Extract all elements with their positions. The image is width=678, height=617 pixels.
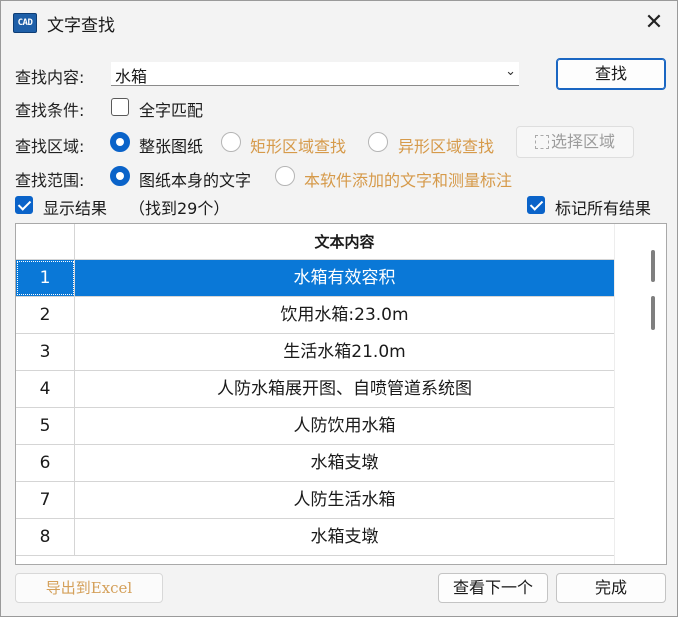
title-bar: CAD 文字查找 ✕ bbox=[1, 1, 677, 45]
irregular-area-label: 异形区域查找 bbox=[398, 137, 495, 156]
search-content-label: 查找内容: bbox=[15, 68, 85, 87]
select-region-button[interactable]: 选择区域 bbox=[516, 126, 634, 158]
export-excel-button[interactable]: 导出到Excel bbox=[15, 573, 163, 603]
search-input-value: 水箱 bbox=[115, 67, 148, 86]
row-index-cell: 7 bbox=[16, 482, 75, 518]
row-index-cell: 4 bbox=[16, 371, 75, 407]
row-index-cell: 8 bbox=[16, 519, 75, 555]
search-condition-label: 查找条件: bbox=[15, 101, 85, 120]
search-input[interactable]: 水箱 ⌄ bbox=[111, 62, 519, 86]
row-text-cell: 人防饮用水箱 bbox=[293, 416, 396, 436]
mark-all-checkbox[interactable] bbox=[527, 196, 545, 214]
added-text-label: 本软件添加的文字和测量标注 bbox=[304, 171, 513, 190]
radio-drawing-text[interactable] bbox=[110, 166, 130, 186]
row-text-cell: 水箱支墩 bbox=[310, 527, 379, 547]
find-button[interactable]: 查找 bbox=[556, 58, 666, 90]
show-results-checkbox[interactable] bbox=[15, 196, 33, 214]
table-row[interactable]: 1 水箱有效容积 bbox=[16, 260, 614, 297]
whole-word-checkbox[interactable] bbox=[111, 98, 129, 116]
scroll-thumb[interactable] bbox=[651, 296, 655, 330]
whole-word-label: 全字匹配 bbox=[139, 101, 204, 120]
table-header: 文本内容 bbox=[16, 224, 614, 260]
vertical-scrollbar[interactable] bbox=[614, 224, 666, 564]
index-column-header bbox=[16, 224, 75, 260]
row-index-cell: 6 bbox=[16, 445, 75, 481]
mark-all-label: 标记所有结果 bbox=[555, 199, 652, 218]
search-area-label: 查找区域: bbox=[15, 137, 85, 156]
radio-irregular-area[interactable] bbox=[368, 132, 388, 152]
search-scope-label: 查找范围: bbox=[15, 171, 85, 190]
table-row[interactable]: 6 水箱支墩 bbox=[16, 445, 614, 482]
row-text-cell: 水箱有效容积 bbox=[75, 260, 614, 296]
radio-added-text[interactable] bbox=[275, 166, 295, 186]
radio-rect-area[interactable] bbox=[221, 132, 241, 152]
row-text-cell: 水箱支墩 bbox=[310, 453, 379, 473]
table-row[interactable]: 3 生活水箱21.0m bbox=[16, 334, 614, 371]
close-icon[interactable]: ✕ bbox=[641, 11, 667, 37]
row-text-cell: 饮用水箱:23.0m bbox=[280, 305, 409, 325]
rect-area-label: 矩形区域查找 bbox=[250, 137, 347, 156]
whole-drawing-label: 整张图纸 bbox=[139, 137, 204, 156]
scroll-up-indicator[interactable] bbox=[651, 250, 655, 282]
table-row[interactable]: 5 人防饮用水箱 bbox=[16, 408, 614, 445]
table-row[interactable]: 7 人防生活水箱 bbox=[16, 482, 614, 519]
show-results-label: 显示结果 bbox=[43, 199, 108, 218]
text-column-header: 文本内容 bbox=[314, 233, 375, 251]
table-body: 1 水箱有效容积 2 饮用水箱:23.0m 3 生活水箱21.0m 4 人防水箱展开图、自喷管… bbox=[16, 260, 614, 556]
row-text-cell: 人防生活水箱 bbox=[293, 490, 396, 510]
table-row[interactable]: 4 人防水箱展开图、自喷管道系统图 bbox=[16, 371, 614, 408]
radio-whole-drawing[interactable] bbox=[110, 132, 130, 152]
find-text-dialog: CAD 文字查找 ✕ 查找内容: 水箱 ⌄ 查找 查找条件: 全字匹配 查找区域… bbox=[0, 0, 678, 617]
drawing-text-label: 图纸本身的文字 bbox=[139, 171, 252, 190]
chevron-down-icon[interactable]: ⌄ bbox=[505, 64, 516, 79]
select-region-label: 选择区域 bbox=[550, 132, 615, 151]
row-index-cell: 2 bbox=[16, 297, 75, 333]
results-table: 文本内容 1 水箱有效容积 2 饮用水箱:23.0m 3 生活水箱21.0m 4 人防水箱展开… bbox=[15, 223, 667, 565]
row-index-cell: 1 bbox=[16, 260, 75, 296]
row-index-cell: 3 bbox=[16, 334, 75, 370]
row-index-cell: 5 bbox=[16, 408, 75, 444]
done-button[interactable]: 完成 bbox=[556, 573, 666, 603]
row-text-cell: 人防水箱展开图、自喷管道系统图 bbox=[217, 379, 472, 399]
result-count-text: （找到29个） bbox=[129, 199, 230, 218]
row-text-cell: 生活水箱21.0m bbox=[283, 342, 406, 362]
view-next-button[interactable]: 查看下一个 bbox=[438, 573, 548, 603]
region-select-icon bbox=[534, 135, 549, 149]
window-title: 文字查找 bbox=[47, 16, 115, 36]
table-row[interactable]: 8 水箱支墩 bbox=[16, 519, 614, 556]
cad-app-icon: CAD bbox=[13, 13, 37, 33]
table-row[interactable]: 2 饮用水箱:23.0m bbox=[16, 297, 614, 334]
